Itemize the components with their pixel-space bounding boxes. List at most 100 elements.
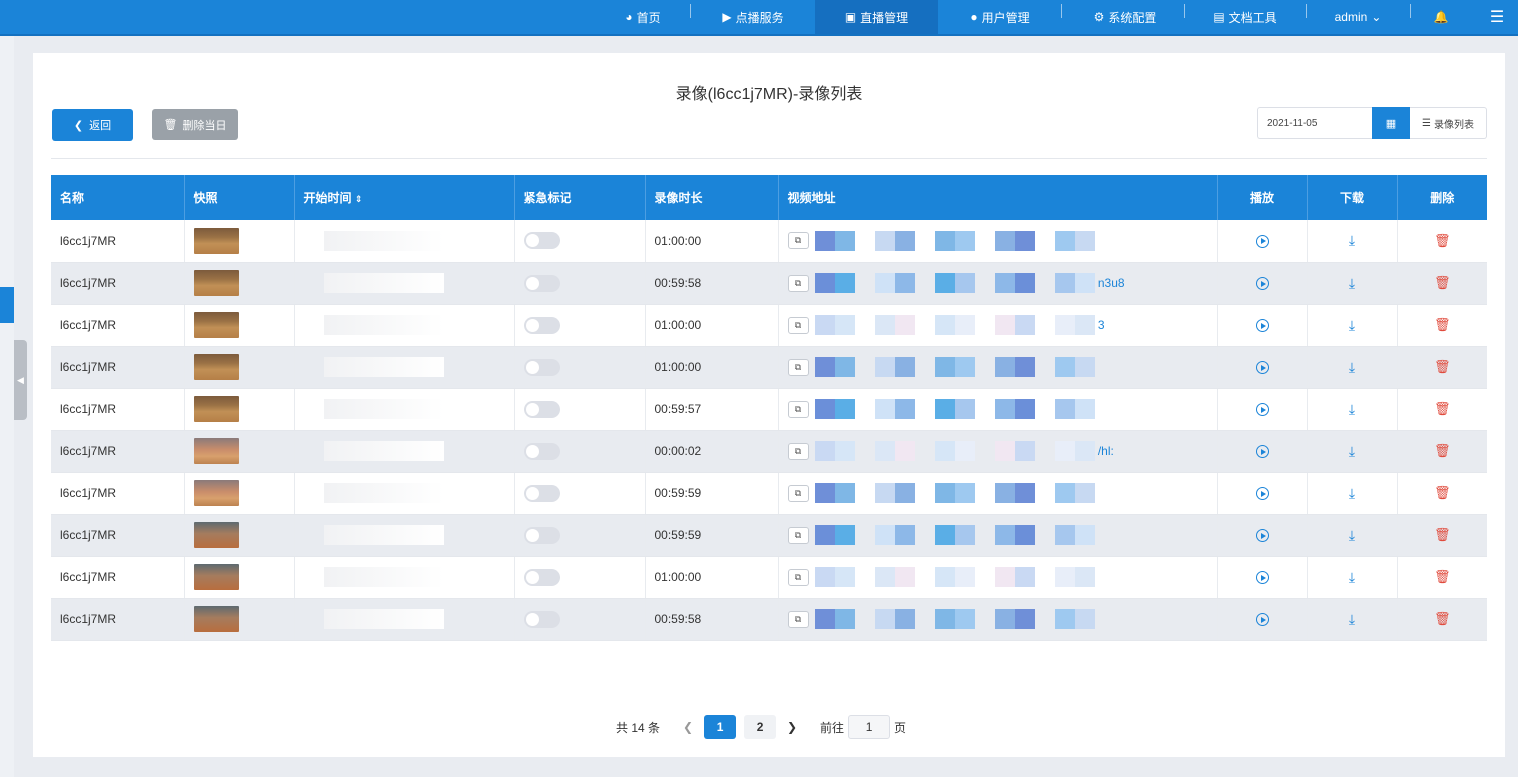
copy-icon[interactable]: ⧉ — [787, 484, 809, 502]
urgent-cell — [514, 598, 646, 641]
goto-page-input[interactable]: 1 — [848, 715, 891, 739]
calendar-button[interactable]: ▦ — [1372, 107, 1410, 139]
download-icon[interactable]: ⤓ — [1349, 275, 1355, 291]
start-time-cell — [294, 304, 515, 347]
col-start-time[interactable]: 开始时间 ⇕ — [294, 175, 515, 220]
snapshot-cell — [184, 472, 295, 515]
copy-icon[interactable]: ⧉ — [787, 526, 809, 544]
menu-toggle-button[interactable]: ☰ — [1482, 0, 1512, 34]
snapshot-thumbnail[interactable] — [193, 564, 239, 590]
date-input[interactable]: 2021-11-05 — [1257, 107, 1372, 139]
urgent-toggle[interactable] — [523, 316, 560, 334]
trash-icon[interactable]: 🗑 — [1434, 569, 1451, 584]
nav-item-live[interactable]: ▣ 直播管理 — [815, 0, 938, 34]
trash-icon[interactable]: 🗑 — [1434, 359, 1451, 374]
video-url[interactable]: n3u8 — [1098, 276, 1125, 290]
download-icon[interactable]: ⤓ — [1349, 485, 1355, 501]
video-url[interactable]: 3 — [1098, 318, 1105, 332]
trash-icon[interactable]: 🗑 — [1434, 317, 1451, 332]
urgent-toggle[interactable] — [523, 358, 560, 376]
download-cell: ⤓ — [1307, 346, 1398, 389]
page-number[interactable]: 1 — [704, 715, 737, 739]
download-icon[interactable]: ⤓ — [1349, 527, 1355, 543]
prev-page-icon[interactable]: ❮ — [676, 720, 700, 734]
snapshot-cell — [184, 388, 295, 431]
page-number[interactable]: 2 — [744, 715, 777, 739]
next-page-icon[interactable]: ❯ — [780, 720, 804, 734]
chevron-left-icon: ❮ — [73, 119, 84, 132]
urgent-toggle[interactable] — [523, 526, 560, 544]
play-icon[interactable] — [1255, 613, 1269, 627]
urgent-toggle[interactable] — [523, 484, 560, 502]
copy-icon[interactable]: ⧉ — [787, 442, 809, 460]
nav-item-docs[interactable]: ▤ 文档工具 — [1200, 0, 1290, 34]
sidebar-expand-handle[interactable]: ◀ — [14, 340, 27, 420]
notification-button[interactable]: 🔔 — [1426, 0, 1456, 34]
urgent-toggle[interactable] — [523, 568, 560, 586]
nav-item-vod[interactable]: ▶ 点播服务 — [706, 0, 800, 34]
copy-icon[interactable]: ⧉ — [787, 232, 809, 250]
download-icon[interactable]: ⤓ — [1349, 569, 1355, 585]
trash-icon[interactable]: 🗑 — [1434, 233, 1451, 248]
copy-icon[interactable]: ⧉ — [787, 358, 809, 376]
download-icon[interactable]: ⤓ — [1349, 611, 1355, 627]
trash-icon[interactable]: 🗑 — [1434, 527, 1451, 542]
urgent-toggle[interactable] — [523, 274, 560, 292]
redacted-start-time — [323, 441, 444, 461]
video-url[interactable]: /hl: — [1098, 444, 1114, 458]
trash-icon[interactable]: 🗑 — [1434, 485, 1451, 500]
snapshot-thumbnail[interactable] — [193, 438, 239, 464]
download-icon[interactable]: ⤓ — [1349, 443, 1355, 459]
copy-icon[interactable]: ⧉ — [787, 610, 809, 628]
urgent-toggle[interactable] — [523, 610, 560, 628]
play-icon[interactable] — [1255, 529, 1269, 543]
play-icon[interactable] — [1255, 403, 1269, 417]
copy-icon[interactable]: ⧉ — [787, 568, 809, 586]
snapshot-thumbnail[interactable] — [193, 270, 239, 296]
recording-name: l6cc1j7MR — [51, 472, 185, 515]
delete-day-button[interactable]: 🗑 删除当日 — [152, 109, 238, 140]
recording-name: l6cc1j7MR — [51, 514, 185, 557]
snapshot-thumbnail[interactable] — [193, 312, 239, 338]
snapshot-thumbnail[interactable] — [193, 522, 239, 548]
download-icon[interactable]: ⤓ — [1349, 359, 1355, 375]
url-cell: ⧉ — [778, 346, 1218, 389]
recording-name: l6cc1j7MR — [51, 388, 185, 431]
snapshot-thumbnail[interactable] — [193, 227, 239, 254]
snapshot-thumbnail[interactable] — [193, 396, 239, 422]
recording-list-button[interactable]: ☰ 录像列表 — [1410, 107, 1487, 139]
copy-icon[interactable]: ⧉ — [787, 274, 809, 292]
user-menu[interactable]: admin ⌄ — [1322, 0, 1394, 34]
col-urgent: 紧急标记 — [514, 175, 646, 220]
play-icon[interactable] — [1255, 571, 1269, 585]
snapshot-thumbnail[interactable] — [193, 606, 239, 632]
table-row: l6cc1j7MR 01:00:00 ⧉ ⤓ 🗑 — [51, 556, 1487, 599]
play-icon[interactable] — [1255, 319, 1269, 333]
trash-icon[interactable]: 🗑 — [1434, 275, 1451, 290]
play-icon[interactable] — [1255, 361, 1269, 375]
nav-item-home[interactable]: ◕ 首页 — [612, 0, 674, 34]
play-icon[interactable] — [1255, 277, 1269, 291]
snapshot-thumbnail[interactable] — [193, 480, 239, 506]
download-icon[interactable]: ⤓ — [1349, 317, 1355, 333]
copy-icon[interactable]: ⧉ — [787, 400, 809, 418]
snapshot-thumbnail[interactable] — [193, 354, 239, 380]
back-button[interactable]: ❮ 返回 — [52, 109, 133, 141]
trash-icon[interactable]: 🗑 — [1434, 611, 1451, 626]
download-icon[interactable]: ⤓ — [1349, 401, 1355, 417]
play-icon[interactable] — [1255, 445, 1269, 459]
urgent-toggle[interactable] — [523, 232, 560, 250]
copy-icon[interactable]: ⧉ — [787, 316, 809, 334]
url-cell: ⧉ — [778, 472, 1218, 515]
download-icon[interactable]: ⤓ — [1349, 232, 1355, 248]
urgent-toggle[interactable] — [523, 442, 560, 460]
nav-item-settings[interactable]: ⚙ 系统配置 — [1078, 0, 1172, 34]
urgent-cell — [514, 262, 646, 305]
play-icon[interactable] — [1255, 487, 1269, 501]
nav-item-users[interactable]: ● 用户管理 — [955, 0, 1045, 34]
sort-icon[interactable]: ⇕ — [355, 194, 363, 204]
play-icon[interactable] — [1255, 234, 1269, 248]
urgent-toggle[interactable] — [523, 400, 560, 418]
trash-icon[interactable]: 🗑 — [1434, 401, 1451, 416]
trash-icon[interactable]: 🗑 — [1434, 443, 1451, 458]
